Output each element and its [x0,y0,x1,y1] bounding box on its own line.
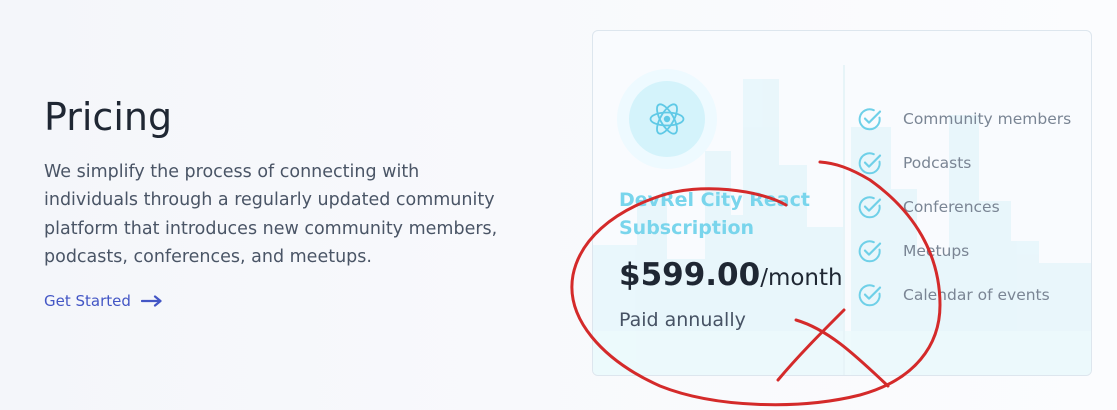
check-circle-icon [858,108,882,131]
billing-note: Paid annually [619,309,746,331]
check-circle-icon [858,240,882,263]
plan-name: DevRel City React Subscription [619,189,810,239]
page-title: Pricing [44,95,173,139]
feature-label: Podcasts [903,154,972,172]
get-started-link[interactable]: Get Started [44,292,163,310]
check-circle-icon [858,196,882,219]
get-started-label: Get Started [44,291,131,310]
price-row: $599.00/month [619,257,843,293]
pricing-description: We simplify the process of connecting wi… [44,161,498,268]
feature-label: Conferences [903,198,1000,216]
feature-item: Meetups [857,229,1087,273]
check-circle-icon [858,284,882,307]
arrow-right-icon [140,295,162,307]
card-divider [843,65,845,375]
plan-logo [629,81,705,157]
check-circle-icon [858,152,882,175]
react-atom-icon [649,103,685,135]
feature-item: Community members [857,97,1087,141]
plan-price: $599.00 [619,257,761,293]
price-period: /month [760,265,843,291]
feature-item: Podcasts [857,141,1087,185]
feature-item: Conferences [857,185,1087,229]
pricing-intro: Pricing We simplify the process of conne… [44,95,514,311]
feature-list: Community members Podcasts Conferences M… [857,97,1087,317]
feature-label: Meetups [903,242,970,260]
feature-label: Calendar of events [903,286,1050,304]
feature-item: Calendar of events [857,273,1087,317]
feature-label: Community members [903,110,1072,128]
pricing-card: DevRel City React Subscription $599.00/m… [592,30,1092,376]
